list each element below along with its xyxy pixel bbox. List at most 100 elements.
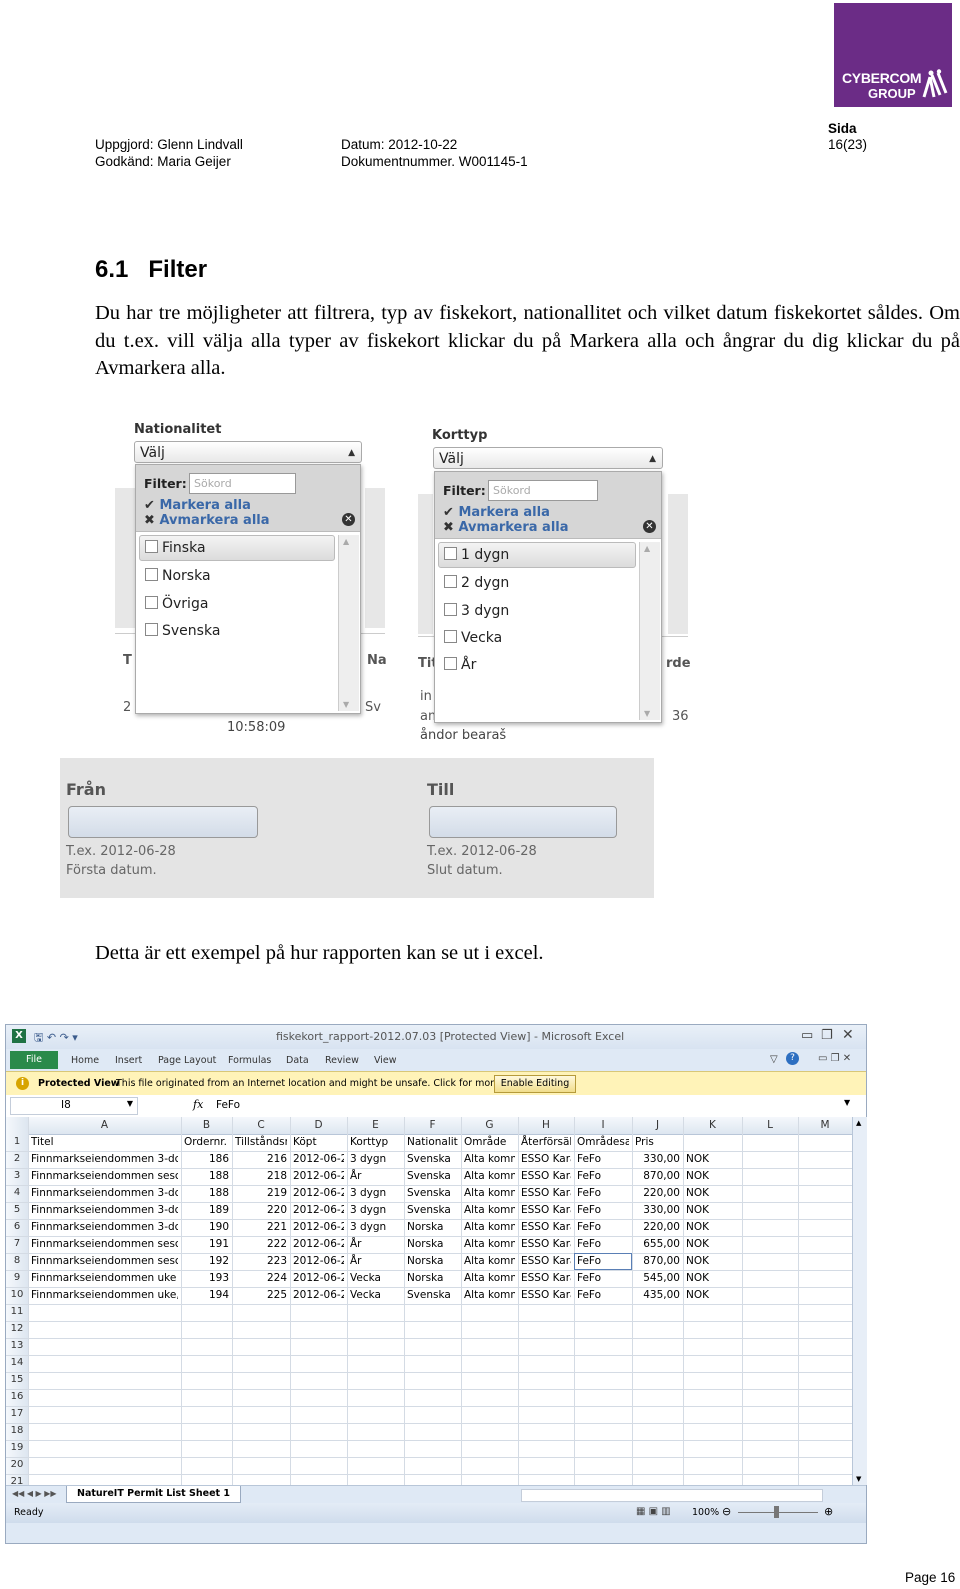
table-cell[interactable]: ESSO Kara xyxy=(521,1168,571,1185)
table-cell[interactable]: År xyxy=(350,1253,401,1270)
table-cell[interactable]: 190 xyxy=(184,1219,229,1236)
table-cell[interactable]: ESSO Kara xyxy=(521,1253,571,1270)
sheet-nav-icons[interactable]: ◀◀ ◀ ▶ ▶▶ xyxy=(12,1489,57,1498)
view-mode-icons[interactable]: ▦ ▣ ▥ xyxy=(636,1506,671,1517)
table-cell[interactable]: Vecka xyxy=(350,1270,401,1287)
table-cell[interactable]: Finnmarkseiendommen uke, xyxy=(31,1287,178,1304)
table-cell[interactable]: NOK xyxy=(686,1270,739,1287)
tab-view[interactable]: View xyxy=(374,1055,397,1066)
enable-editing-button[interactable]: Enable Editing xyxy=(494,1075,576,1093)
table-cell[interactable]: ESSO Kara xyxy=(521,1151,571,1168)
option-item[interactable]: Vecka xyxy=(444,630,502,646)
table-cell[interactable]: Alta komm xyxy=(464,1253,515,1270)
table-cell[interactable]: 186 xyxy=(184,1151,229,1168)
table-cell[interactable]: 870,00 xyxy=(635,1253,680,1270)
option-item[interactable]: Övriga xyxy=(145,596,208,612)
table-cell[interactable]: Finnmarkseiendommen 3-dc xyxy=(31,1202,178,1219)
table-cell[interactable]: 3 dygn xyxy=(350,1202,401,1219)
table-cell[interactable]: Alta komm xyxy=(464,1287,515,1304)
column-header[interactable]: J xyxy=(632,1119,683,1131)
table-cell[interactable]: Norska xyxy=(407,1270,458,1287)
table-cell[interactable]: 225 xyxy=(235,1287,287,1304)
from-date-input[interactable] xyxy=(68,806,258,838)
table-cell[interactable]: 330,00 xyxy=(635,1202,680,1219)
column-header[interactable]: D xyxy=(290,1119,347,1131)
table-cell[interactable]: År xyxy=(350,1168,401,1185)
table-cell[interactable]: FeFo xyxy=(577,1287,629,1304)
table-cell[interactable]: FeFo xyxy=(577,1168,629,1185)
tab-page-layout[interactable]: Page Layout xyxy=(158,1055,216,1066)
table-cell[interactable]: NOK xyxy=(686,1151,739,1168)
scrollbar[interactable]: ▲ ▼ xyxy=(338,535,359,711)
zoom-in-icon[interactable]: ⊕ xyxy=(824,1505,833,1518)
table-cell[interactable]: 330,00 xyxy=(635,1151,680,1168)
sheet-tab[interactable]: NatureIT Permit List Sheet 1 xyxy=(66,1486,241,1503)
table-cell[interactable]: 189 xyxy=(184,1202,229,1219)
table-cell[interactable]: NOK xyxy=(686,1253,739,1270)
row-header[interactable]: 19 xyxy=(6,1442,28,1453)
table-cell[interactable]: 870,00 xyxy=(635,1168,680,1185)
scroll-down-icon[interactable]: ▼ xyxy=(343,700,349,709)
row-header[interactable]: 8 xyxy=(6,1255,28,1266)
table-cell[interactable]: Svenska xyxy=(407,1168,458,1185)
table-cell[interactable]: Svenska xyxy=(407,1202,458,1219)
table-cell[interactable]: NOK xyxy=(686,1168,739,1185)
row-header[interactable]: 2 xyxy=(6,1153,28,1164)
row-header[interactable]: 20 xyxy=(6,1459,28,1470)
header-cell[interactable]: Återförsälj xyxy=(521,1134,571,1151)
table-cell[interactable]: Finnmarkseiendommen uke xyxy=(31,1270,178,1287)
table-cell[interactable]: ESSO Kara xyxy=(521,1219,571,1236)
table-cell[interactable]: År xyxy=(350,1236,401,1253)
table-cell[interactable]: 2012-06-2 xyxy=(293,1270,344,1287)
table-cell[interactable]: 223 xyxy=(235,1253,287,1270)
table-cell[interactable]: FeFo xyxy=(577,1202,629,1219)
header-cell[interactable]: Korttyp xyxy=(350,1134,401,1151)
deselect-all-link[interactable]: ✖ Avmarkera alla xyxy=(144,513,270,528)
table-cell[interactable]: 216 xyxy=(235,1151,287,1168)
header-cell[interactable]: Områdesa xyxy=(577,1134,629,1151)
table-cell[interactable]: 220 xyxy=(235,1202,287,1219)
table-cell[interactable]: 219 xyxy=(235,1185,287,1202)
table-cell[interactable]: 3 dygn xyxy=(350,1185,401,1202)
table-cell[interactable]: 193 xyxy=(184,1270,229,1287)
table-cell[interactable]: 2012-06-2 xyxy=(293,1185,344,1202)
row-header[interactable]: 5 xyxy=(6,1204,28,1215)
table-cell[interactable]: Alta komm xyxy=(464,1202,515,1219)
scroll-up-icon[interactable]: ▲ xyxy=(644,544,650,553)
table-cell[interactable]: 224 xyxy=(235,1270,287,1287)
quick-access-icons[interactable]: 🖫 ↶ ↷ ▾ xyxy=(34,1029,78,1048)
column-header[interactable]: C xyxy=(232,1119,290,1131)
table-cell[interactable]: Norska xyxy=(407,1236,458,1253)
table-cell[interactable]: Alta komm xyxy=(464,1168,515,1185)
option-item[interactable]: År xyxy=(444,657,476,673)
help-icon[interactable]: ? xyxy=(786,1052,799,1065)
table-cell[interactable]: Finnmarkseiendommen sesc xyxy=(31,1253,178,1270)
row-header[interactable]: 13 xyxy=(6,1340,28,1351)
header-cell[interactable]: Köpt xyxy=(293,1134,344,1151)
vertical-scrollbar[interactable]: ▲ ▼ xyxy=(852,1117,867,1485)
table-cell[interactable]: 2012-06-2 xyxy=(293,1151,344,1168)
close-icon[interactable]: ✕ xyxy=(643,520,656,533)
row-header[interactable]: 3 xyxy=(6,1170,28,1181)
select-all-link[interactable]: ✔ Markera alla xyxy=(443,505,550,520)
option-item[interactable]: Finska xyxy=(145,540,206,556)
horizontal-scrollbar[interactable] xyxy=(521,1489,823,1502)
table-cell[interactable]: 2012-06-2 xyxy=(293,1253,344,1270)
fx-icon[interactable]: fx xyxy=(193,1098,203,1111)
tab-file[interactable]: File xyxy=(10,1051,58,1069)
formula-expand-icon[interactable]: ▼ xyxy=(844,1098,850,1107)
table-cell[interactable]: 2012-06-2 xyxy=(293,1287,344,1304)
scroll-up-icon[interactable]: ▲ xyxy=(343,537,349,546)
column-header[interactable]: F xyxy=(404,1119,461,1131)
table-cell[interactable]: 222 xyxy=(235,1236,287,1253)
row-header[interactable]: 7 xyxy=(6,1238,28,1249)
option-item[interactable]: Norska xyxy=(145,568,211,584)
table-cell[interactable]: Finnmarkseiendommen sesc xyxy=(31,1236,178,1253)
scroll-down-icon[interactable]: ▼ xyxy=(644,709,650,718)
workbook-window-icons[interactable]: ▭ ❐ ✕ xyxy=(818,1053,851,1064)
table-cell[interactable]: Finnmarkseiendommen 3-dc xyxy=(31,1151,178,1168)
table-cell[interactable]: 545,00 xyxy=(635,1270,680,1287)
column-header[interactable]: K xyxy=(683,1119,742,1131)
table-cell[interactable]: Svenska xyxy=(407,1151,458,1168)
tab-data[interactable]: Data xyxy=(286,1055,309,1066)
